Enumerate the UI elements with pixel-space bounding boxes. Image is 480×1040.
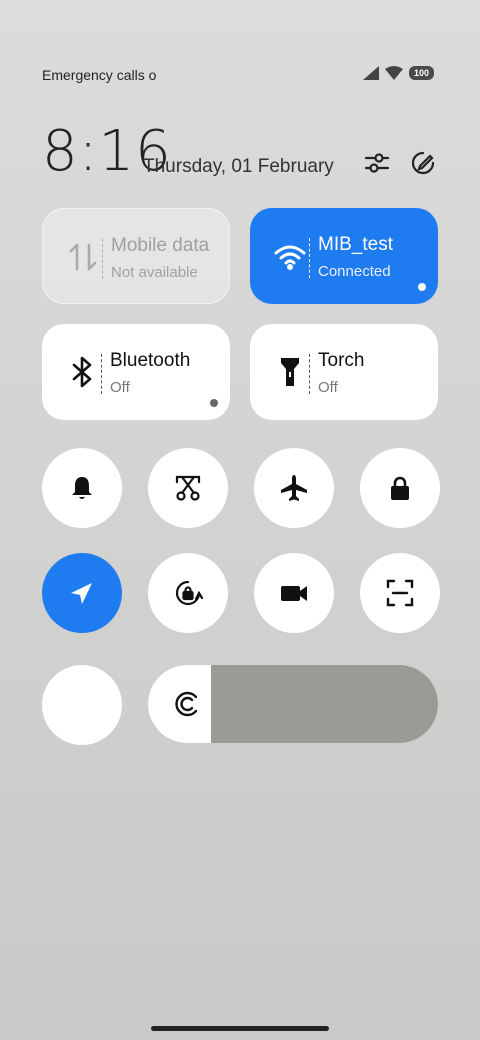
blank-toggle[interactable] xyxy=(42,665,122,745)
lock-icon xyxy=(391,476,409,500)
rotation-lock-icon xyxy=(175,580,203,606)
bluetooth-icon xyxy=(66,354,98,390)
scanner-toggle[interactable] xyxy=(360,553,440,633)
bluetooth-subtitle: Off xyxy=(110,379,130,396)
edit-icon[interactable] xyxy=(410,150,436,176)
scan-icon xyxy=(386,579,414,607)
tile-divider xyxy=(101,354,102,394)
clock-row: 8:16 Thursday, 01 February xyxy=(42,122,436,182)
brightness-slider[interactable] xyxy=(148,665,438,743)
battery-badge: 100 xyxy=(408,66,434,80)
mobile-data-icon xyxy=(67,239,99,275)
signal-icon xyxy=(362,66,379,80)
video-camera-icon xyxy=(281,586,307,601)
screenshot-icon xyxy=(175,475,201,501)
wifi-more-dot[interactable] xyxy=(418,283,426,291)
wifi-tile[interactable]: MIB_test Connected xyxy=(250,208,438,304)
mobile-data-tile[interactable]: Mobile data Not available xyxy=(42,208,230,304)
bluetooth-tile[interactable]: Bluetooth Off xyxy=(42,324,230,420)
torch-title: Torch xyxy=(318,350,365,371)
bell-icon xyxy=(72,477,92,499)
airplane-icon xyxy=(281,475,307,501)
screenshot-toggle[interactable] xyxy=(148,448,228,528)
tile-divider xyxy=(309,238,310,278)
location-icon xyxy=(71,583,92,604)
mobile-data-subtitle: Not available xyxy=(111,264,198,281)
status-icons: 100 xyxy=(362,66,434,80)
torch-subtitle: Off xyxy=(318,379,338,396)
bluetooth-more-dot[interactable] xyxy=(210,399,218,407)
tile-divider xyxy=(102,239,103,279)
status-bar: Emergency calls o 100 xyxy=(42,64,434,88)
settings-sliders-icon[interactable] xyxy=(364,150,390,176)
screen-record-toggle[interactable] xyxy=(254,553,334,633)
wifi-status-icon xyxy=(384,66,403,80)
torch-icon xyxy=(274,354,306,390)
rotation-lock-toggle[interactable] xyxy=(148,553,228,633)
lock-toggle[interactable] xyxy=(360,448,440,528)
mobile-data-title: Mobile data xyxy=(111,235,210,256)
airplane-toggle[interactable] xyxy=(254,448,334,528)
home-indicator[interactable] xyxy=(151,1026,329,1031)
clock-date: Thursday, 01 February xyxy=(143,156,334,177)
location-toggle[interactable] xyxy=(42,553,122,633)
tile-divider xyxy=(309,354,310,394)
wifi-title: MIB_test xyxy=(318,234,393,255)
wifi-icon xyxy=(274,238,306,274)
brightness-icon xyxy=(175,691,198,717)
emergency-calls-text: Emergency calls o xyxy=(42,67,157,83)
ring-mode-toggle[interactable] xyxy=(42,448,122,528)
torch-tile[interactable]: Torch Off xyxy=(250,324,438,420)
wifi-subtitle: Connected xyxy=(318,263,391,280)
bluetooth-title: Bluetooth xyxy=(110,350,191,371)
